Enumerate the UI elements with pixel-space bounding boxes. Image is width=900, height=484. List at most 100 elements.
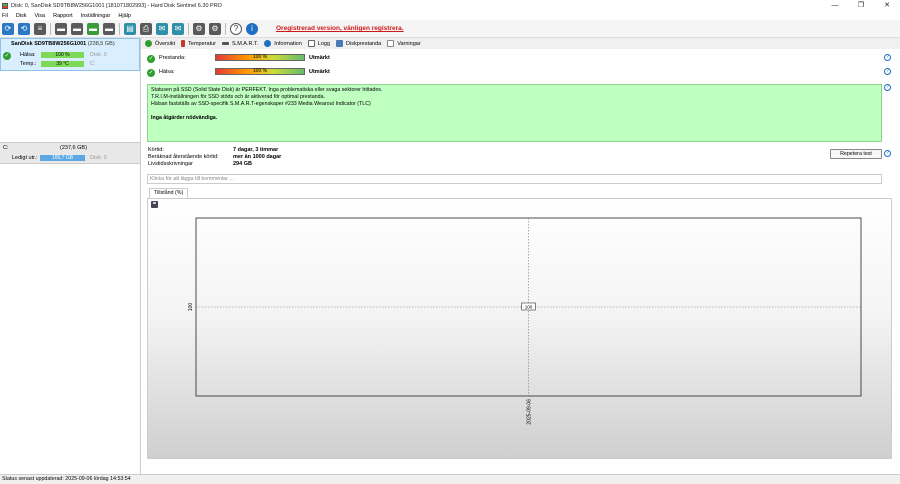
status-line: T.R.I.M-inställningen för SSD stöds och … xyxy=(151,94,325,100)
refresh-all-icon[interactable]: ⟲ xyxy=(18,22,30,35)
check-icon xyxy=(145,40,152,47)
health-ok-icon: ✓ xyxy=(147,69,155,77)
toolbar-separator xyxy=(188,22,189,35)
title-bar: Disk: 0, SanDisk SD9TB8W256G1001 [181071… xyxy=(0,0,900,11)
x-tick-label: 2025-09-06 xyxy=(527,399,533,425)
tab-alerts-label: Varningar xyxy=(397,40,421,47)
status-action: Inga åtgärder nödvändiga. xyxy=(151,115,218,121)
runtime-value: 7 dagar, 3 timmar xyxy=(233,147,279,153)
y-tick-label: 100 xyxy=(188,303,194,312)
unregistered-link[interactable]: Oregistrerad version, vänligen registrer… xyxy=(276,25,404,32)
log-icon xyxy=(307,40,315,47)
data-label: 100 xyxy=(525,305,533,310)
status-bar: Status senast uppdaterad: 2025-09-06 lör… xyxy=(0,474,900,484)
info-icon[interactable]: i xyxy=(246,22,258,35)
disk-list-panel: SanDisk SD9TB8W256G1001 (238,5 GB) ✓ Häl… xyxy=(0,38,141,474)
tab-disk-performance[interactable]: Diskprestanda xyxy=(336,40,381,47)
temp-value: 39 °C xyxy=(41,61,84,67)
tab-overview[interactable]: Översikt xyxy=(145,40,175,47)
tab-disk-performance-label: Diskprestanda xyxy=(346,40,382,47)
tab-information[interactable]: Information xyxy=(264,40,302,47)
toolbar-separator xyxy=(50,22,51,35)
disk-name: SanDisk SD9TB8W256G1001 (238,5 GB) xyxy=(11,41,115,47)
close-button[interactable]: ✕ xyxy=(874,0,900,11)
tab-bar: Översikt Temperatur S.M.A.R.T. Informati… xyxy=(145,38,427,49)
health-label: Hälsa: xyxy=(159,69,175,75)
disk-index: Disk: 0 xyxy=(90,52,107,58)
chart-svg: 100 2025-09-06 100 xyxy=(188,217,862,425)
disk-tools-icon[interactable]: ▬ xyxy=(103,22,115,35)
thermometer-icon xyxy=(181,40,186,47)
menu-disk[interactable]: Disk xyxy=(16,13,27,19)
maximize-button[interactable]: ❐ xyxy=(848,0,874,11)
menu-help[interactable]: Hjälp xyxy=(118,13,131,19)
tab-information-label: Information xyxy=(274,40,302,47)
free-space-value: 165,7 GB xyxy=(40,155,85,161)
alerts-icon xyxy=(387,40,395,47)
advanced-settings-icon[interactable]: ⚙ xyxy=(209,22,221,35)
performance-bar: 100 % xyxy=(215,54,305,61)
menu-report[interactable]: Rapport xyxy=(53,13,73,19)
status-line: Statusen på SSD (Solid State Disk) är PE… xyxy=(151,87,383,93)
chart-section: Tillstånd (%) 100 2025-09-06 100 xyxy=(147,188,892,468)
runtime-label: Körtid: xyxy=(148,147,164,153)
toolbar: ⟳ ⟲ ≡ ▬ ▬ ▬ ▬ ▤ ⎙ ✉ ✉ ⚙ ⚙ ? i Oregistrer… xyxy=(0,20,900,38)
tab-overview-label: Översikt xyxy=(155,40,176,47)
mail-icon[interactable]: ✉ xyxy=(172,22,184,35)
window-title: Disk: 0, SanDisk SD9TB8W256G1001 [181071… xyxy=(11,2,222,9)
overview-panel: ✓ Prestanda: 100 % Utmärkt ? ✓ Hälsa: 10… xyxy=(141,49,900,474)
menu-file[interactable]: Fil xyxy=(2,13,8,19)
surface-test-icon[interactable]: ▬ xyxy=(71,22,83,35)
print-icon[interactable]: ⎙ xyxy=(140,22,152,35)
health-help-icon[interactable]: ? xyxy=(884,68,891,75)
disk-ok-icon: ✓ xyxy=(3,52,11,60)
menu-view[interactable]: Visa xyxy=(35,13,46,19)
volume-card[interactable]: C: (237,6 GB) Ledigt utr.: 165,7 GB Disk… xyxy=(0,142,140,164)
performance-help-icon[interactable]: ? xyxy=(884,54,891,61)
tab-log-label: Logg xyxy=(317,40,331,47)
volume-label: C: xyxy=(3,145,9,151)
chart-tab[interactable]: Tillstånd (%) xyxy=(149,188,189,198)
health-label: Hälsa: xyxy=(20,52,36,58)
repeat-test-button[interactable]: Repetera test xyxy=(830,149,882,159)
repeat-help-icon[interactable]: ? xyxy=(884,150,891,157)
comment-field[interactable]: Klicka för att lägga till kommentar ... xyxy=(147,174,882,184)
status-message-box: Statusen på SSD (Solid State Disk) är PE… xyxy=(147,84,882,142)
send-report-icon[interactable]: ✉ xyxy=(156,22,168,35)
tab-smart-label: S.M.A.R.T. xyxy=(232,40,259,47)
tab-alerts[interactable]: Varningar xyxy=(387,40,421,47)
volume-disk-index: Disk: 0 xyxy=(90,155,107,161)
temp-label: Temp.: xyxy=(20,61,37,67)
refresh-icon[interactable]: ⟳ xyxy=(2,22,14,35)
status-line: Hälsan fastställs av SSD-specifik S.M.A.… xyxy=(151,101,371,107)
tab-temperature[interactable]: Temperatur xyxy=(181,40,216,47)
toolbar-separator xyxy=(119,22,120,35)
minimize-button[interactable]: — xyxy=(822,0,848,11)
info-icon xyxy=(264,40,272,47)
health-value: 100 % xyxy=(41,52,84,58)
menu-settings[interactable]: Inställningar xyxy=(81,13,111,19)
performance-rating: Utmärkt xyxy=(309,55,330,61)
disk-test-icon[interactable]: ▬ xyxy=(55,22,67,35)
app-icon xyxy=(2,2,8,9)
status-help-icon[interactable]: ? xyxy=(884,84,891,91)
toolbar-separator xyxy=(225,22,226,35)
drive-letter: C: xyxy=(90,61,96,67)
remaining-value: mer än 1000 dagar xyxy=(233,154,282,160)
tab-smart[interactable]: S.M.A.R.T. xyxy=(222,41,258,47)
report-icon[interactable]: ▤ xyxy=(124,22,136,35)
help-icon[interactable]: ? xyxy=(230,22,242,35)
health-rating: Utmärkt xyxy=(309,69,330,75)
health-bar: 100 % xyxy=(215,68,305,75)
disk-ok-icon[interactable]: ▬ xyxy=(87,22,99,35)
window-controls: — ❐ ✕ xyxy=(822,0,900,11)
disk-card[interactable]: SanDisk SD9TB8W256G1001 (238,5 GB) ✓ Häl… xyxy=(0,38,140,71)
disk-list-icon[interactable]: ≡ xyxy=(34,22,46,35)
writes-label: Livstidsskrivningar xyxy=(148,161,193,167)
volume-size: (237,6 GB) xyxy=(60,145,87,151)
tab-log[interactable]: Logg xyxy=(307,40,331,47)
free-space-label: Ledigt utr.: xyxy=(12,155,38,161)
performance-ok-icon: ✓ xyxy=(147,55,155,63)
performance-label: Prestanda: xyxy=(159,55,186,61)
settings-icon[interactable]: ⚙ xyxy=(193,22,205,35)
